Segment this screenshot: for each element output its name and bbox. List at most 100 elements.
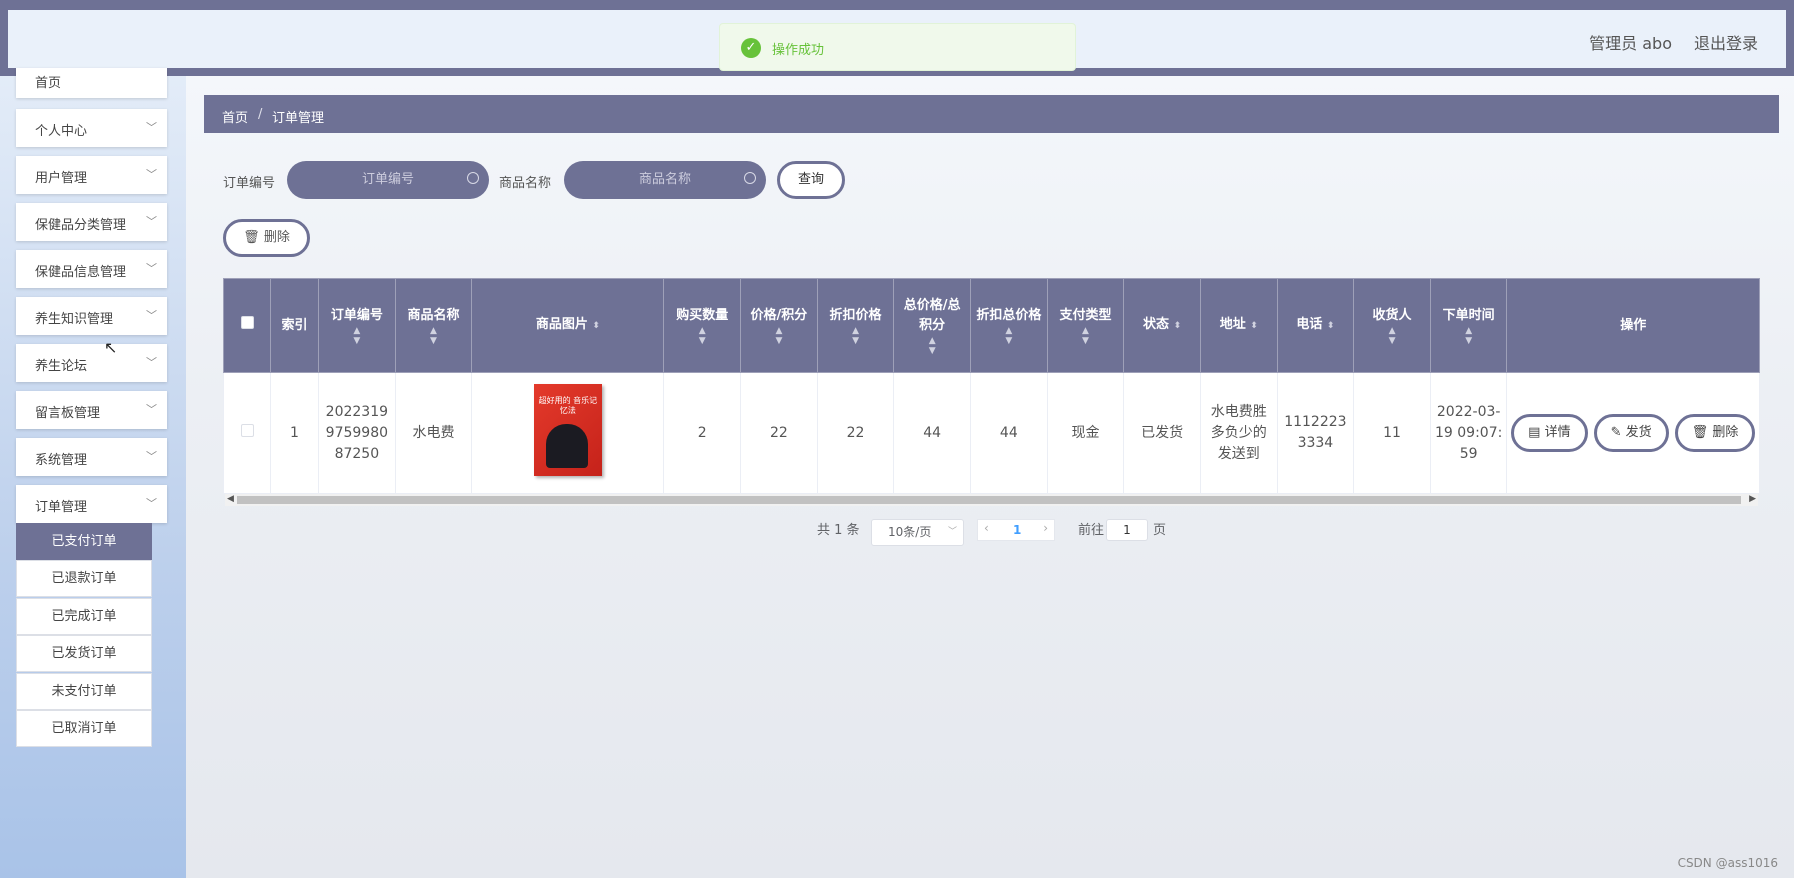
chevron-down-icon: ﹀ <box>146 403 157 416</box>
order-no-input[interactable]: 订单编号 <box>287 161 489 199</box>
search-icon <box>744 172 756 184</box>
product-image[interactable]: 超好用的 音乐记忆法 <box>533 383 602 476</box>
sidebar-item-product-info[interactable]: 保健品信息管理 ﹀ <box>16 250 167 288</box>
breadcrumb-home[interactable]: 首页 <box>222 107 248 126</box>
chevron-down-icon: ﹀ <box>146 450 157 463</box>
col-discount-price[interactable]: 折扣价格 ▲ ▼ <box>816 278 895 373</box>
select-all-checkbox[interactable] <box>240 315 254 329</box>
sort-icon[interactable]: ⬍ <box>1250 321 1258 331</box>
cell-order-no: 20223199759980 87250 <box>318 372 396 494</box>
detail-label: 详情 <box>1544 425 1571 440</box>
row-checkbox-cell[interactable] <box>223 372 271 494</box>
col-status[interactable]: 状态 ⬍ <box>1123 278 1201 373</box>
delete-button[interactable]: 🗑 删除 <box>1674 414 1756 452</box>
sidebar-item-product-category[interactable]: 保健品分类管理 ﹀ <box>16 203 167 241</box>
sort-icon[interactable]: ▲ ▼ <box>323 326 391 346</box>
col-address[interactable]: 地址 ⬍ <box>1199 278 1278 373</box>
col-pay-type[interactable]: 支付类型 ▲ ▼ <box>1046 278 1125 373</box>
sort-icon[interactable]: ▲ ▼ <box>898 336 966 356</box>
trash-icon: 🗑 <box>243 230 260 245</box>
sort-icon[interactable]: ▲ ▼ <box>745 326 813 346</box>
submenu-refunded-orders[interactable]: 已退款订单 <box>16 560 152 597</box>
col-label: 收货人 <box>1372 307 1412 323</box>
submenu-paid-orders[interactable]: 已支付订单 <box>16 523 152 560</box>
sort-icon[interactable]: ⬍ <box>1174 321 1182 331</box>
cell-total: 44 <box>893 372 971 494</box>
col-label: 电话 <box>1296 317 1323 332</box>
sort-icon[interactable]: ▲ ▼ <box>975 326 1043 346</box>
col-label: 地址 <box>1219 317 1246 332</box>
col-actions: 操作 <box>1506 278 1760 373</box>
sort-icon[interactable]: ▲ ▼ <box>400 326 468 346</box>
sidebar-item-label: 保健品分类管理 <box>35 218 127 233</box>
sidebar-item-system[interactable]: 系统管理 ﹀ <box>16 438 167 476</box>
submenu-completed-orders[interactable]: 已完成订单 <box>16 598 152 635</box>
ship-button[interactable]: ✎ 发货 <box>1593 414 1669 452</box>
sidebar-item-users[interactable]: 用户管理 ﹀ <box>16 156 167 194</box>
sort-icon[interactable]: ⬍ <box>592 321 600 331</box>
sort-icon[interactable]: ▲ ▼ <box>1358 326 1426 346</box>
next-page-icon[interactable]: › <box>1043 521 1048 535</box>
cell-address: 水电费胜多负少的发送到 <box>1199 372 1278 494</box>
submenu-shipped-orders[interactable]: 已发货订单 <box>16 635 152 672</box>
sort-icon[interactable]: ▲ ▼ <box>1052 326 1120 346</box>
sort-icon[interactable]: ▲ ▼ <box>822 326 890 346</box>
col-order-time[interactable]: 下单时间 ▲ ▼ <box>1429 278 1508 373</box>
detail-button[interactable]: ▤ 详情 <box>1511 414 1588 452</box>
sort-icon[interactable]: ⬍ <box>1327 321 1335 331</box>
batch-delete-button[interactable]: 🗑 删除 <box>223 219 310 257</box>
scroll-left-icon[interactable]: ◀ <box>227 494 234 504</box>
select-all-header[interactable] <box>223 278 271 373</box>
book-cover-title: 超好用的 音乐记忆法 <box>538 395 598 415</box>
sort-icon[interactable]: ▲ ▼ <box>1435 326 1503 346</box>
sort-icon[interactable]: ▲ ▼ <box>668 326 736 346</box>
sidebar-item-forum[interactable]: 养生论坛 ﹀ <box>16 344 167 382</box>
col-label: 折扣价格 <box>829 307 882 323</box>
table-row: 1 20223199759980 87250 水电费 超好用的 音乐记忆法 2 … <box>223 372 1760 494</box>
logout-link[interactable]: 退出登录 <box>1694 30 1758 54</box>
col-receiver[interactable]: 收货人 ▲ ▼ <box>1353 278 1431 373</box>
scroll-right-icon[interactable]: ▶ <box>1749 494 1756 504</box>
page-number[interactable]: 1 <box>1013 523 1021 537</box>
watermark: CSDN @ass1016 <box>1677 856 1778 870</box>
trash-icon: 🗑 <box>1691 425 1709 440</box>
product-name-input[interactable]: 商品名称 <box>564 161 766 199</box>
page-size-select[interactable]: 10条/页 ﹀ <box>871 519 964 546</box>
col-label: 订单编号 <box>330 307 383 323</box>
sidebar-item-home[interactable]: 首页 <box>16 68 167 98</box>
col-product-image[interactable]: 商品图片 ⬍ <box>471 278 665 373</box>
orders-table: 索引 订单编号 ▲ ▼ 商品名称 ▲ ▼ 商品图片 ⬍ 购买数量 ▲ ▼ 价格/积分 ▲ ▼ 折… <box>223 278 1760 494</box>
cell-phone: 11122233334 <box>1276 372 1355 494</box>
cell-pay-type: 现金 <box>1046 372 1125 494</box>
table-header-row: 索引 订单编号 ▲ ▼ 商品名称 ▲ ▼ 商品图片 ⬍ 购买数量 ▲ ▼ 价格/积分 ▲ ▼ 折… <box>223 278 1760 373</box>
prev-page-icon[interactable]: ‹ <box>984 521 989 535</box>
sidebar-item-orders[interactable]: 订单管理 ﹀ <box>16 485 167 523</box>
col-discount-total[interactable]: 折扣总价格 ▲ ▼ <box>970 278 1048 373</box>
horizontal-scrollbar[interactable]: ◀ ▶ <box>225 494 1758 506</box>
cell-index: 1 <box>269 372 320 494</box>
col-price[interactable]: 价格/积分 ▲ ▼ <box>740 278 818 373</box>
col-product-name[interactable]: 商品名称 ▲ ▼ <box>394 278 473 373</box>
ship-label: 发货 <box>1625 425 1652 440</box>
col-phone[interactable]: 电话 ⬍ <box>1276 278 1355 373</box>
row-checkbox[interactable] <box>240 423 254 437</box>
col-total[interactable]: 总价格/总积分 ▲ ▼ <box>893 278 971 373</box>
sidebar-item-health-knowledge[interactable]: 养生知识管理 ﹀ <box>16 297 167 335</box>
query-button[interactable]: 查询 <box>777 161 845 199</box>
sidebar-item-message-board[interactable]: 留言板管理 ﹀ <box>16 391 167 429</box>
pager-total: 共 1 条 <box>817 523 860 538</box>
cell-receiver: 11 <box>1353 372 1431 494</box>
col-quantity[interactable]: 购买数量 ▲ ▼ <box>663 278 742 373</box>
col-label: 折扣总价格 <box>976 307 1042 323</box>
sidebar-item-label: 系统管理 <box>35 453 88 468</box>
sidebar <box>0 76 186 878</box>
goto-prefix: 前往 <box>1078 523 1105 538</box>
col-order-no[interactable]: 订单编号 ▲ ▼ <box>318 278 396 373</box>
submenu-unpaid-orders[interactable]: 未支付订单 <box>16 673 152 710</box>
chevron-down-icon: ﹀ <box>146 121 157 134</box>
sidebar-item-personal-center[interactable]: 个人中心 ﹀ <box>16 109 167 147</box>
submenu-cancelled-orders[interactable]: 已取消订单 <box>16 710 152 747</box>
order-no-placeholder: 订单编号 <box>361 172 414 187</box>
scrollbar-thumb[interactable] <box>237 496 1741 504</box>
goto-page-input[interactable]: 1 <box>1106 519 1148 541</box>
